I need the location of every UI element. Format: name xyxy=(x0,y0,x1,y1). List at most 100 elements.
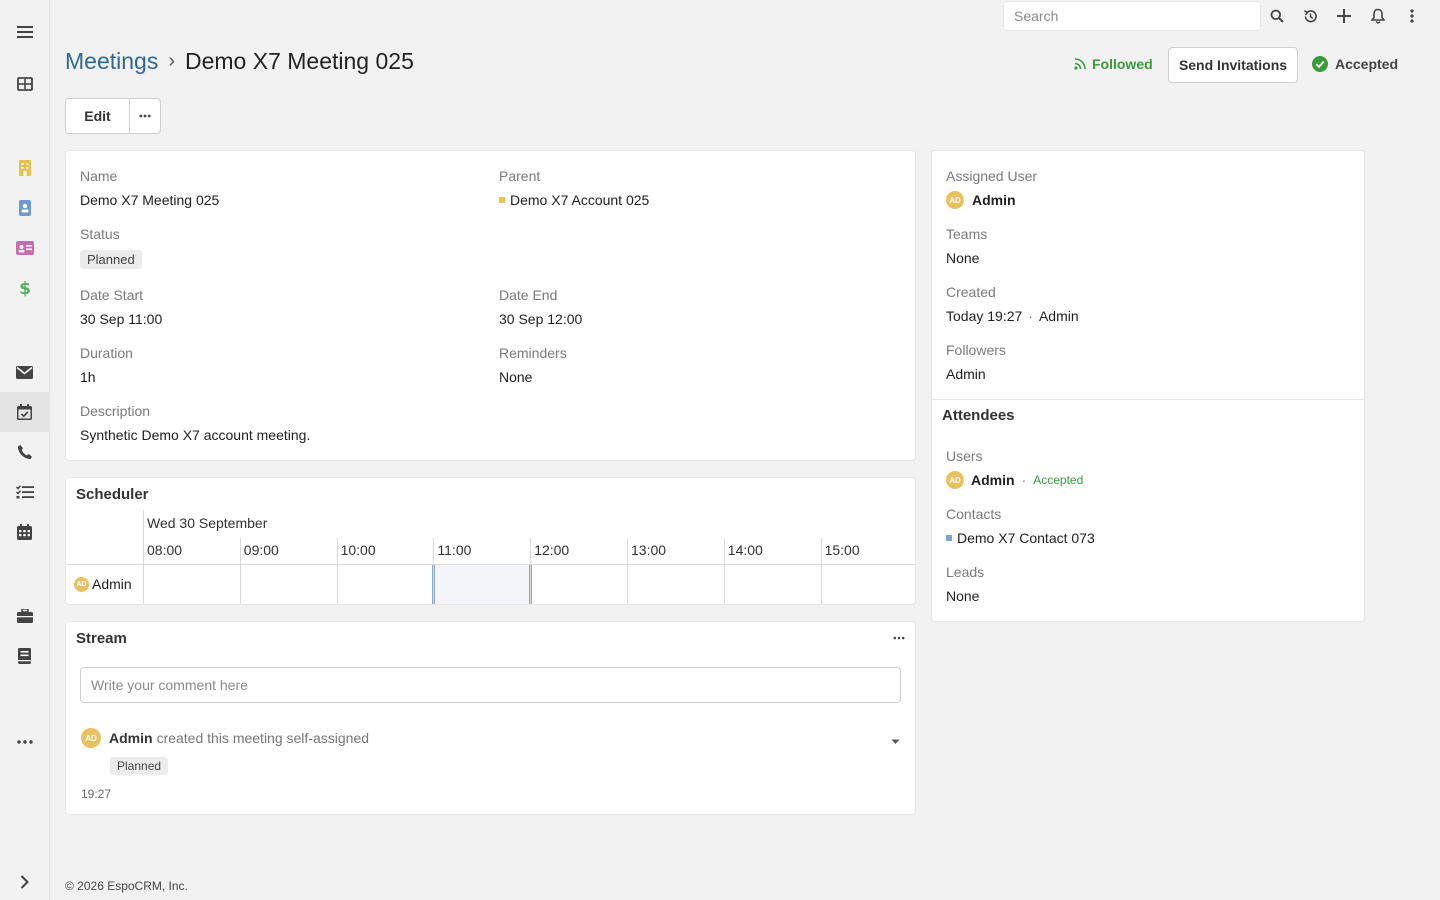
sidebar-item-leads[interactable] xyxy=(0,228,49,268)
scheduler-time-label: 10:00 xyxy=(340,542,376,558)
search-input[interactable] xyxy=(1003,1,1261,31)
leads-icon xyxy=(15,241,34,255)
account-marker-icon xyxy=(499,197,505,203)
contacts-icon xyxy=(18,200,31,216)
sidebar-expand-button[interactable] xyxy=(0,862,49,900)
sidebar-item-meetings[interactable] xyxy=(0,392,49,432)
stream-note-dropdown[interactable] xyxy=(891,732,900,748)
stream-menu-button[interactable] xyxy=(891,632,907,644)
followers-value[interactable]: Admin xyxy=(946,366,986,382)
parent-label: Parent xyxy=(499,168,541,184)
leads-label: Leads xyxy=(946,564,985,580)
meetings-icon xyxy=(17,404,32,420)
attendee-user-link[interactable]: Admin xyxy=(971,472,1015,488)
duration-value: 1h xyxy=(80,369,96,385)
avatar: AD xyxy=(946,471,964,489)
status-label: Status xyxy=(80,226,120,242)
stream-panel: Stream AD Admin created this meeting sel… xyxy=(65,621,916,815)
stream-status-badge: Planned xyxy=(110,757,169,775)
teams-label: Teams xyxy=(946,226,988,242)
quick-create-button[interactable] xyxy=(1331,3,1357,29)
comment-input[interactable] xyxy=(80,667,901,703)
svg-text:$: $ xyxy=(19,279,31,297)
history-button[interactable] xyxy=(1297,3,1323,29)
followed-button[interactable]: Followed xyxy=(1074,56,1153,72)
section-divider xyxy=(932,399,1364,400)
sidebar-item-tasks[interactable] xyxy=(0,472,49,512)
parent-value[interactable]: Demo X7 Account 025 xyxy=(499,192,649,208)
parent-link[interactable]: Demo X7 Account 025 xyxy=(510,192,649,208)
avatar: AD xyxy=(81,728,101,748)
scheduler-time-label: 09:00 xyxy=(243,542,279,558)
scheduler-column-line xyxy=(820,538,822,604)
expand-icon xyxy=(20,875,29,889)
sidebar-item-calendar[interactable] xyxy=(0,512,49,552)
sidebar-item-accounts[interactable] xyxy=(0,148,49,188)
created-separator: · xyxy=(1028,308,1033,324)
assigned-user-link[interactable]: Admin xyxy=(972,192,1016,208)
attendee-separator: · xyxy=(1021,472,1027,488)
scheduler-time-label: 08:00 xyxy=(147,542,183,558)
documents-icon xyxy=(18,648,31,664)
created-label: Created xyxy=(946,284,996,300)
scheduler-row-user: AD Admin xyxy=(74,576,132,592)
send-invitations-button[interactable]: Send Invitations xyxy=(1168,47,1298,83)
menu-button[interactable] xyxy=(1399,3,1425,29)
scheduler-title: Scheduler xyxy=(76,486,149,503)
calls-icon xyxy=(17,445,32,459)
contact-marker-icon xyxy=(946,535,952,541)
sidebar-item-calls[interactable] xyxy=(0,432,49,472)
scheduler-column-line xyxy=(143,510,144,604)
stream-note-user[interactable]: Admin xyxy=(109,730,153,746)
breadcrumb-meetings-link[interactable]: Meetings xyxy=(65,48,158,75)
sidebar-item-email[interactable] xyxy=(0,352,49,392)
notifications-button[interactable] xyxy=(1365,3,1391,29)
users-label: Users xyxy=(946,448,983,464)
bell-icon xyxy=(1371,8,1385,24)
search-button[interactable] xyxy=(1264,3,1290,29)
side-panel: Assigned User AD Admin Teams None Create… xyxy=(931,150,1365,622)
cases-icon xyxy=(16,609,33,623)
scheduler-time-label: 13:00 xyxy=(631,542,667,558)
scheduler-column-line xyxy=(530,538,532,604)
sidebar-item-contacts[interactable] xyxy=(0,188,49,228)
date-start-value: 30 Sep 11:00 xyxy=(80,311,163,327)
calendar-icon xyxy=(17,524,32,540)
acceptance-label: Accepted xyxy=(1335,56,1399,72)
sidebar-item-opportunities[interactable]: $ xyxy=(0,268,49,308)
description-label: Description xyxy=(80,403,151,419)
teams-value: None xyxy=(946,250,980,266)
sidebar-item-documents[interactable] xyxy=(0,636,49,676)
status-value: Planned xyxy=(80,250,142,269)
contact-link[interactable]: Demo X7 Contact 073 xyxy=(957,530,1095,546)
accounts-icon xyxy=(18,160,31,176)
edit-button[interactable]: Edit xyxy=(66,99,130,133)
scheduler-user-name: Admin xyxy=(92,576,132,592)
sidebar-item-dashboard[interactable] xyxy=(0,64,49,104)
scheduler-time-label: 11:00 xyxy=(437,542,472,558)
plus-icon xyxy=(1337,9,1351,23)
kebab-menu-icon xyxy=(1410,9,1414,23)
scheduler-column-line xyxy=(723,538,725,604)
name-label: Name xyxy=(80,168,118,184)
users-value: AD Admin · Accepted xyxy=(946,471,1083,489)
more-actions-button[interactable] xyxy=(130,99,160,133)
scheduler-grid[interactable]: 08:00 09:00 10:00 11:00 12:00 13:00 14:00 15:00 xyxy=(143,510,914,604)
ellipsis-icon xyxy=(139,114,151,118)
stream-note-text: created this meeting self-assigned xyxy=(156,730,370,746)
avatar: AD xyxy=(74,576,89,592)
sidebar-item-more[interactable] xyxy=(0,722,49,762)
name-value: Demo X7 Meeting 025 xyxy=(80,192,220,208)
acceptance-status[interactable]: Accepted xyxy=(1312,56,1398,72)
scheduler-busy-range xyxy=(433,565,531,604)
edit-button-group: Edit xyxy=(65,98,161,134)
sidebar-menu-toggle[interactable] xyxy=(0,12,49,52)
details-panel: Name Demo X7 Meeting 025 Parent Demo X7 … xyxy=(65,150,916,461)
tasks-icon xyxy=(15,485,34,499)
sidebar-item-cases[interactable] xyxy=(0,596,49,636)
scheduler-column-line xyxy=(336,538,338,604)
created-by-link[interactable]: Admin xyxy=(1039,308,1079,324)
scheduler-panel: Scheduler Wed 30 September 08:00 09:00 10:… xyxy=(65,477,916,605)
stream-note: AD Admin created this meeting self-assig… xyxy=(81,728,369,748)
attendees-title: Attendees xyxy=(942,407,1015,424)
